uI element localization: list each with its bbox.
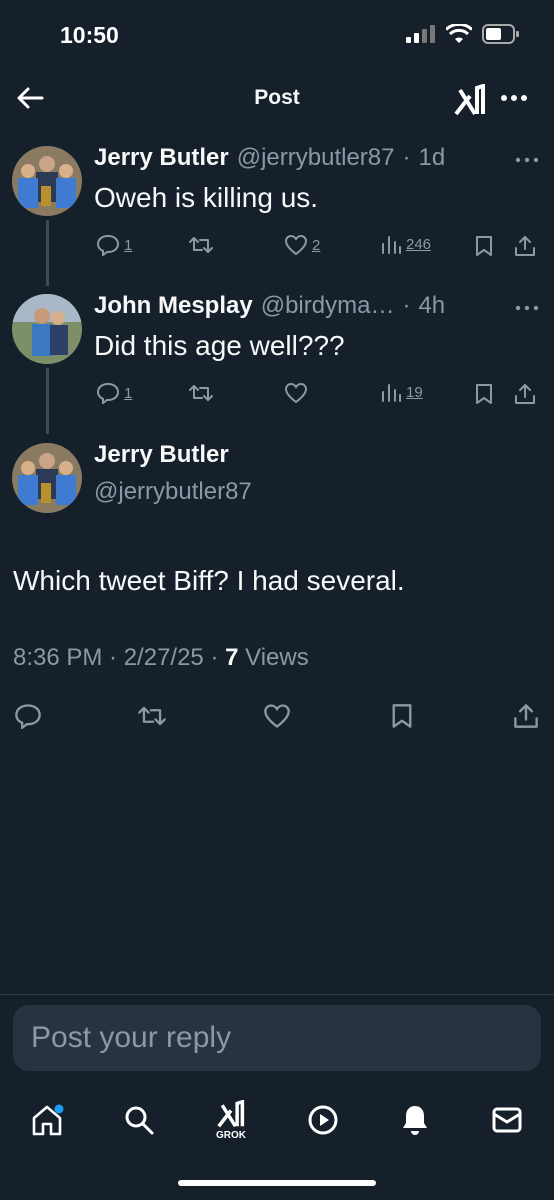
share-icon (515, 236, 535, 256)
repost-action[interactable] (188, 234, 214, 256)
avatar-jerry-main[interactable] (12, 443, 82, 513)
dot-separator: · (402, 292, 411, 319)
main-like-button[interactable] (262, 702, 292, 730)
grok-icon (454, 84, 485, 116)
home-indicator (178, 1180, 376, 1186)
mail-icon (492, 1107, 522, 1133)
view-count: 246 (406, 235, 432, 253)
views-label[interactable]: Views (238, 644, 309, 671)
author-name[interactable]: Jerry Butler (94, 144, 229, 172)
like-action[interactable] (284, 382, 308, 404)
thread-line (46, 220, 49, 286)
views-chart-icon (382, 384, 401, 402)
views-chart-icon (382, 236, 401, 254)
main-repost-button[interactable] (136, 702, 168, 730)
views-action[interactable]: 246 (380, 234, 431, 254)
main-author-handle[interactable]: @jerrybutler87 (94, 478, 252, 506)
tweet-text: Oweh is killing us. (94, 182, 319, 213)
views-action[interactable]: 19 (380, 382, 423, 402)
author-handle[interactable]: @jerrybutler87 (237, 144, 395, 172)
nav-messages[interactable] (482, 1095, 532, 1145)
reply-count: 1 (124, 236, 133, 254)
repost-icon (189, 385, 213, 401)
like-count: 2 (312, 236, 321, 254)
play-circle-icon (308, 1105, 338, 1135)
grok-label: GROK (216, 1129, 246, 1141)
main-bookmark-button[interactable] (388, 702, 416, 730)
author-name[interactable]: John Mesplay (94, 292, 253, 320)
bell-icon (403, 1106, 427, 1135)
reply-count: 1 (124, 384, 133, 402)
battery-icon (482, 24, 519, 44)
share-icon (514, 704, 538, 728)
main-tweet-text: Which tweet Biff? I had several. (13, 565, 405, 596)
bookmark-icon (392, 704, 412, 728)
repost-action[interactable] (188, 382, 214, 404)
more-dots-icon (501, 95, 527, 101)
repost-icon (138, 706, 166, 726)
bookmark-button[interactable] (472, 382, 496, 406)
nav-notifications[interactable] (390, 1095, 440, 1145)
reply-placeholder: Post your reply (31, 1021, 232, 1054)
avatar-photo (12, 146, 82, 216)
more-options-button[interactable] (498, 86, 530, 110)
avatar-photo (12, 443, 82, 513)
thread-line (46, 368, 49, 434)
main-reply-button[interactable] (13, 702, 43, 730)
status-time: 10:50 (60, 22, 119, 48)
view-count: 19 (406, 383, 423, 401)
reply-input[interactable]: Post your reply (13, 1005, 541, 1071)
notification-dot (54, 1104, 64, 1114)
share-button[interactable] (512, 382, 538, 406)
reply-action[interactable]: 1 (96, 382, 132, 404)
timestamp: 8:36 PM · 2/27/25 · (13, 644, 226, 671)
reply-icon (96, 382, 120, 404)
tweet-header: John Mesplay @birdyma… · 4h (94, 292, 445, 320)
author-handle[interactable]: @birdyma… (261, 292, 395, 320)
more-dots-icon (515, 305, 539, 311)
grok-icon (217, 1099, 245, 1127)
divider (0, 994, 554, 995)
home-icon (32, 1104, 64, 1136)
reply-action[interactable]: 1 (96, 234, 132, 256)
status-icons (406, 24, 520, 44)
repost-icon (189, 237, 213, 253)
reply-icon (15, 704, 41, 729)
grok-button[interactable] (452, 82, 488, 118)
heart-icon (264, 704, 290, 728)
share-button[interactable] (512, 234, 538, 258)
like-action[interactable]: 2 (284, 234, 320, 256)
nav-video[interactable] (298, 1095, 348, 1145)
tweet-time[interactable]: 4h (418, 292, 445, 320)
tweet-text: Did this age well??? (94, 330, 345, 361)
bookmark-icon (476, 384, 492, 404)
dot-separator: · (402, 144, 411, 171)
main-share-button[interactable] (511, 702, 541, 730)
nav-search[interactable] (114, 1095, 164, 1145)
views-count[interactable]: 7 (225, 644, 238, 671)
wifi-icon (446, 24, 472, 43)
more-dots-icon (515, 157, 539, 163)
avatar-photo (12, 294, 82, 364)
search-icon (125, 1106, 154, 1135)
tweet-time[interactable]: 1d (419, 144, 446, 172)
tweet-header: Jerry Butler @jerrybutler87 · 1d (94, 144, 445, 172)
bookmark-button[interactable] (472, 234, 496, 258)
avatar-jerry[interactable] (12, 146, 82, 216)
nav-grok[interactable]: GROK (206, 1095, 256, 1145)
tweet-more-button[interactable] (514, 152, 540, 168)
main-author-name[interactable]: Jerry Butler (94, 441, 229, 469)
heart-icon (284, 234, 308, 256)
heart-icon (284, 382, 308, 404)
nav-home[interactable] (22, 1095, 72, 1145)
bookmark-icon (476, 236, 492, 256)
tweet-more-button[interactable] (514, 300, 540, 316)
reply-icon (96, 234, 120, 256)
share-icon (515, 384, 535, 404)
signal-icon (406, 25, 435, 43)
tweet-meta: 8:36 PM · 2/27/25 · 7 Views (13, 644, 309, 672)
avatar-john[interactable] (12, 294, 82, 364)
